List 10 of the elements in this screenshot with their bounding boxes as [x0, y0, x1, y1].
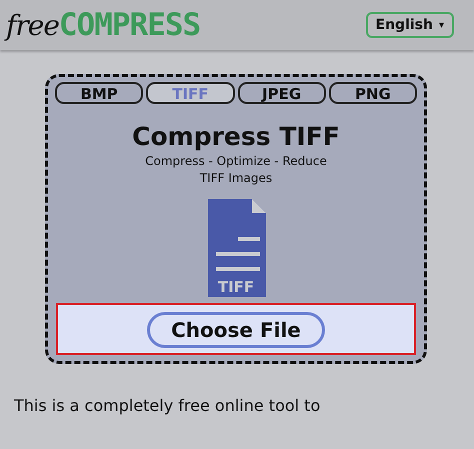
language-dropdown[interactable]: English ▾ — [366, 12, 454, 38]
choose-file-button[interactable]: Choose File — [147, 312, 325, 348]
page-title: Compress TIFF — [131, 122, 341, 151]
tiff-file-icon: TIFF — [208, 199, 266, 297]
format-tab[interactable]: JPEG — [238, 82, 326, 104]
format-tab[interactable]: PNG — [328, 82, 417, 104]
site-logo[interactable]: freeCOMPRESS — [6, 7, 200, 43]
subtitle: Compress - Optimize - Reduce TIFF Images — [144, 153, 328, 187]
intro-text: This is a completely free online tool to — [14, 396, 320, 415]
format-tab[interactable]: BMP — [55, 82, 144, 104]
